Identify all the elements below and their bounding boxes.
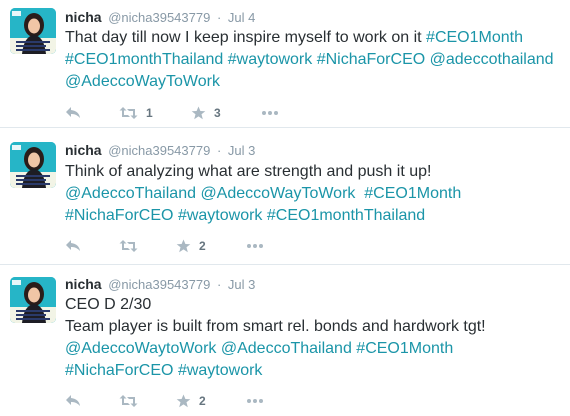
author-handle[interactable]: @nicha39543779 — [108, 143, 210, 158]
hashtag-link[interactable]: #NichaForCEO — [65, 207, 173, 224]
favorite-button[interactable]: 3 — [191, 103, 221, 123]
retweet-icon — [119, 239, 138, 253]
hashtag-link[interactable]: #CEO1Month — [426, 29, 523, 46]
favorite-icon — [191, 106, 206, 120]
tweet-text-line: #NichaForCEO #waytowork — [65, 360, 560, 382]
tweet-text-line: @AdeccoWaytoWork @AdeccoThailand #CEO1Mo… — [65, 338, 560, 360]
author-handle[interactable]: @nicha39543779 — [108, 10, 210, 25]
tweet-text-line: #CEO1monthThailand #waytowork #NichaForC… — [65, 49, 560, 71]
favorite-icon — [176, 239, 191, 253]
tweet-text-line: @AdeccoThailand @AdeccoWayToWork #CEO1Mo… — [65, 183, 560, 205]
more-button[interactable] — [246, 391, 264, 411]
hashtag-link[interactable]: #NichaForCEO — [317, 51, 425, 68]
avatar[interactable] — [10, 277, 56, 323]
more-icon — [261, 110, 279, 116]
favorite-count: 2 — [199, 394, 206, 408]
hashtag-link[interactable]: #CEO1Month — [356, 340, 453, 357]
tweet-header: nicha @nicha39543779 · Jul 3 — [65, 276, 255, 293]
hashtag-link[interactable]: #CEO1Month — [364, 185, 461, 202]
tweet-text-line: CEO D 2/30 — [65, 294, 560, 316]
separator: · — [216, 10, 222, 25]
reply-icon — [65, 106, 81, 120]
hashtag-link[interactable]: #waytowork — [228, 51, 312, 68]
hashtag-link[interactable]: #CEO1monthThailand — [65, 51, 223, 68]
avatar[interactable] — [10, 8, 56, 54]
tweet-text-line: @AdeccoWayToWork — [65, 71, 560, 93]
favorite-button[interactable]: 2 — [176, 391, 206, 411]
more-icon — [246, 243, 264, 249]
more-button[interactable] — [246, 236, 264, 256]
retweet-count: 1 — [146, 106, 153, 120]
tweet-text-line: #NichaForCEO #waytowork #CEO1monthThaila… — [65, 205, 560, 227]
tweet[interactable]: nicha @nicha39543779 · Jul 3 CEO D 2/30 … — [0, 265, 570, 416]
tweet-text: That day till now I keep inspire myself … — [65, 27, 560, 93]
text-token: CEO D 2/30 — [65, 296, 152, 313]
separator: · — [216, 277, 222, 292]
hashtag-link[interactable]: #CEO1monthThailand — [267, 207, 425, 224]
tweet-header: nicha @nicha39543779 · Jul 4 — [65, 9, 255, 26]
author-name[interactable]: nicha — [65, 9, 102, 25]
author-handle[interactable]: @nicha39543779 — [108, 277, 210, 292]
tweet-timeline: nicha @nicha39543779 · Jul 4 That day ti… — [0, 0, 570, 416]
tweet-text-line: Team player is built from smart rel. bon… — [65, 316, 560, 338]
mention-link[interactable]: @AdeccoThailand — [65, 185, 196, 202]
retweet-button[interactable] — [119, 391, 146, 411]
text-token: That day till now I keep inspire myself … — [65, 29, 427, 46]
favorite-button[interactable]: 2 — [176, 236, 206, 256]
tweet-text-line: That day till now I keep inspire myself … — [65, 27, 560, 49]
mention-link[interactable]: @AdeccoWaytoWork — [65, 340, 216, 357]
tweet-date[interactable]: Jul 3 — [228, 143, 255, 158]
tweet-date[interactable]: Jul 4 — [228, 10, 255, 25]
reply-button[interactable] — [65, 391, 81, 411]
favorite-count: 3 — [214, 106, 221, 120]
text-token: Team player is built from smart rel. bon… — [65, 318, 486, 335]
reply-icon — [65, 394, 81, 408]
reply-button[interactable] — [65, 103, 81, 123]
tweet[interactable]: nicha @nicha39543779 · Jul 3 Think of an… — [0, 128, 570, 265]
author-name[interactable]: nicha — [65, 142, 102, 158]
tweet-header: nicha @nicha39543779 · Jul 3 — [65, 142, 255, 159]
favorite-count: 2 — [199, 239, 206, 253]
mention-link[interactable]: @AdeccoWayToWork — [65, 73, 220, 90]
mention-link[interactable]: @adeccothailand — [430, 51, 554, 68]
mention-link[interactable]: @AdeccoWayToWork — [200, 185, 355, 202]
reply-button[interactable] — [65, 236, 81, 256]
more-button[interactable] — [261, 103, 279, 123]
author-name[interactable]: nicha — [65, 276, 102, 292]
hashtag-link[interactable]: #waytowork — [178, 207, 262, 224]
tweet-text-line: Think of analyzing what are strength and… — [65, 161, 560, 183]
retweet-button[interactable] — [119, 236, 146, 256]
more-icon — [246, 398, 264, 404]
tweet-text: Think of analyzing what are strength and… — [65, 161, 560, 227]
tweet-text: CEO D 2/30 Team player is built from sma… — [65, 294, 560, 382]
reply-icon — [65, 239, 81, 253]
text-token: Think of analyzing what are strength and… — [65, 163, 432, 180]
retweet-icon — [119, 394, 138, 408]
tweet[interactable]: nicha @nicha39543779 · Jul 4 That day ti… — [0, 0, 570, 128]
hashtag-link[interactable]: #NichaForCEO — [65, 362, 173, 379]
favorite-icon — [176, 394, 191, 408]
avatar[interactable] — [10, 142, 56, 188]
mention-link[interactable]: @AdeccoThailand — [221, 340, 352, 357]
separator: · — [216, 143, 222, 158]
retweet-icon — [119, 106, 138, 120]
hashtag-link[interactable]: #waytowork — [178, 362, 262, 379]
tweet-date[interactable]: Jul 3 — [228, 277, 255, 292]
retweet-button[interactable]: 1 — [119, 103, 153, 123]
